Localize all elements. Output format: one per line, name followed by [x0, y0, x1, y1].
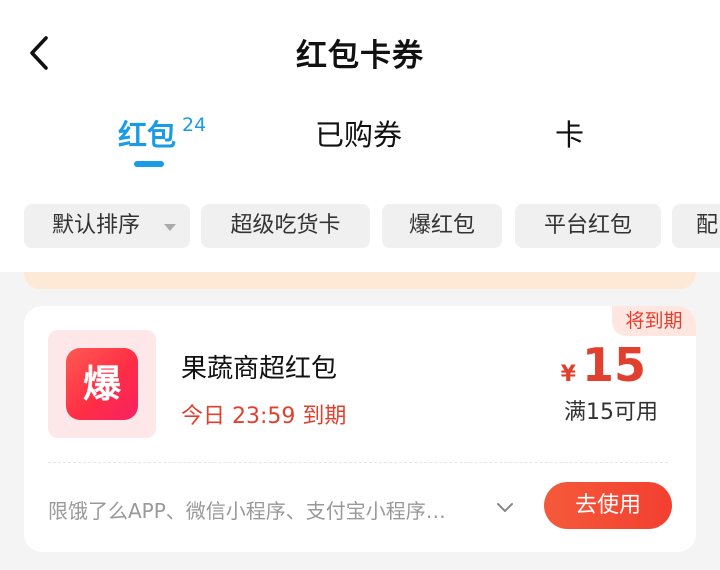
caret-down-icon	[164, 224, 176, 231]
header-panel: 红包卡券 红包 24 已购券 卡 默认排序 超级吃货卡 爆红包 平台红包 配	[0, 0, 720, 272]
usage-scope: 限饿了么APP、微信小程序、支付宝小程序…	[48, 499, 446, 523]
filter-default-sort[interactable]: 默认排序	[24, 204, 190, 248]
chevron-down-icon[interactable]	[496, 499, 514, 517]
tab-red-packet[interactable]: 红包 24	[118, 112, 206, 154]
page-title: 红包卡券	[296, 38, 424, 74]
amount-value: 15	[581, 338, 646, 392]
tab-red-packet-count: 24	[182, 114, 207, 136]
use-coupon-button[interactable]: 去使用	[544, 482, 672, 529]
tab-red-packet-label: 红包	[118, 118, 177, 152]
active-tab-indicator	[134, 161, 164, 167]
tab-cards[interactable]: 卡	[555, 112, 584, 154]
filter-partial-chip[interactable]: 配	[672, 204, 720, 248]
filter-platform-red-packet[interactable]: 平台红包	[515, 204, 661, 248]
coupon-logo-frame: 爆	[48, 330, 156, 438]
coupon-amount: ¥15	[561, 338, 646, 392]
filter-default-sort-label: 默认排序	[51, 213, 140, 238]
coupon-threshold: 满15可用	[564, 400, 658, 425]
coupon-card: 将到期 爆 果蔬商超红包 今日 23:59 到期 ¥15 满15可用 限饿了么A…	[24, 306, 696, 552]
previous-card-edge	[24, 272, 696, 289]
expiring-badge: 将到期	[612, 306, 696, 336]
filter-super-foodie-card[interactable]: 超级吃货卡	[201, 204, 370, 248]
tab-bar: 红包 24 已购券 卡	[0, 112, 720, 172]
filter-boom-red-packet[interactable]: 爆红包	[382, 204, 502, 248]
card-divider	[48, 462, 668, 463]
coupon-expiry: 今日 23:59 到期	[181, 404, 347, 429]
currency-symbol: ¥	[560, 362, 576, 387]
coupon-name: 果蔬商超红包	[181, 354, 338, 384]
tab-purchased-coupons[interactable]: 已购券	[315, 112, 402, 154]
boom-logo-icon: 爆	[66, 348, 138, 420]
